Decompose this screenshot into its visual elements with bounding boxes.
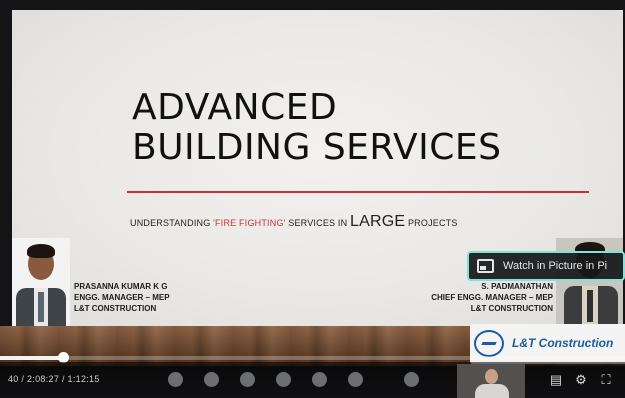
slide-title-line1: ADVANCED — [132, 87, 338, 128]
presenter-right-org: L&T CONSTRUCTION — [470, 304, 553, 313]
participant-thumb[interactable] — [204, 372, 219, 387]
subtitle-mid: SERVICES IN — [285, 218, 351, 228]
presenter-right-role: CHIEF ENGG. MANAGER – MEP — [431, 293, 553, 302]
pip-label: Watch in Picture in Pi — [503, 260, 608, 272]
subtitle-post: PROJECTS — [405, 218, 458, 228]
participant-thumb[interactable] — [348, 372, 363, 387]
settings-icon[interactable]: ⚙ — [573, 372, 589, 388]
participant-thumb[interactable] — [404, 372, 419, 387]
progress-bar[interactable] — [0, 356, 625, 360]
subtitle-highlight: 'FIRE FIGHTING' — [213, 218, 286, 228]
presenter-left-role: ENGG. MANAGER – MEP — [74, 293, 170, 302]
pip-icon — [477, 259, 494, 273]
slide-subtitle: UNDERSTANDING 'FIRE FIGHTING' SERVICES I… — [130, 213, 458, 231]
subtitle-emphasis: LARGE — [350, 213, 406, 230]
captions-icon[interactable]: ▤ — [548, 372, 564, 388]
participant-thumb[interactable] — [276, 372, 291, 387]
logo-icon — [474, 330, 504, 357]
presenter-photo-left — [12, 238, 70, 326]
mini-video-thumbnail[interactable] — [457, 364, 525, 398]
presenter-right-name: S. PADMANATHAN — [481, 282, 553, 291]
title-divider — [127, 191, 589, 193]
controls-bar: 40 / 2:08:27 / 1:12:15 ▤ ⚙ ⛶ — [0, 362, 625, 398]
progress-fill — [0, 356, 63, 360]
presenter-left-org: L&T CONSTRUCTION — [74, 304, 157, 313]
video-player[interactable]: ADVANCED BUILDING SERVICES UNDERSTANDING… — [0, 0, 625, 398]
logo-text: L&T Construction — [512, 336, 614, 350]
participant-thumb[interactable] — [240, 372, 255, 387]
participant-thumb[interactable] — [168, 372, 183, 387]
presenter-left-name: PRASANNA KUMAR K G — [74, 282, 168, 291]
participant-thumb[interactable] — [312, 372, 327, 387]
presenter-info-left: PRASANNA KUMAR K G ENGG. MANAGER – MEP L… — [74, 281, 170, 314]
picture-in-picture-button[interactable]: Watch in Picture in Pi — [467, 251, 625, 281]
subtitle-pre: UNDERSTANDING — [130, 218, 214, 228]
slide-title-line2: BUILDING SERVICES — [132, 127, 502, 168]
slide-title: ADVANCED BUILDING SERVICES — [132, 88, 501, 168]
fullscreen-icon[interactable]: ⛶ — [598, 372, 614, 388]
presenter-info-right: S. PADMANATHAN CHIEF ENGG. MANAGER – MEP… — [431, 281, 553, 314]
time-display: 40 / 2:08:27 / 1:12:15 — [8, 374, 100, 384]
